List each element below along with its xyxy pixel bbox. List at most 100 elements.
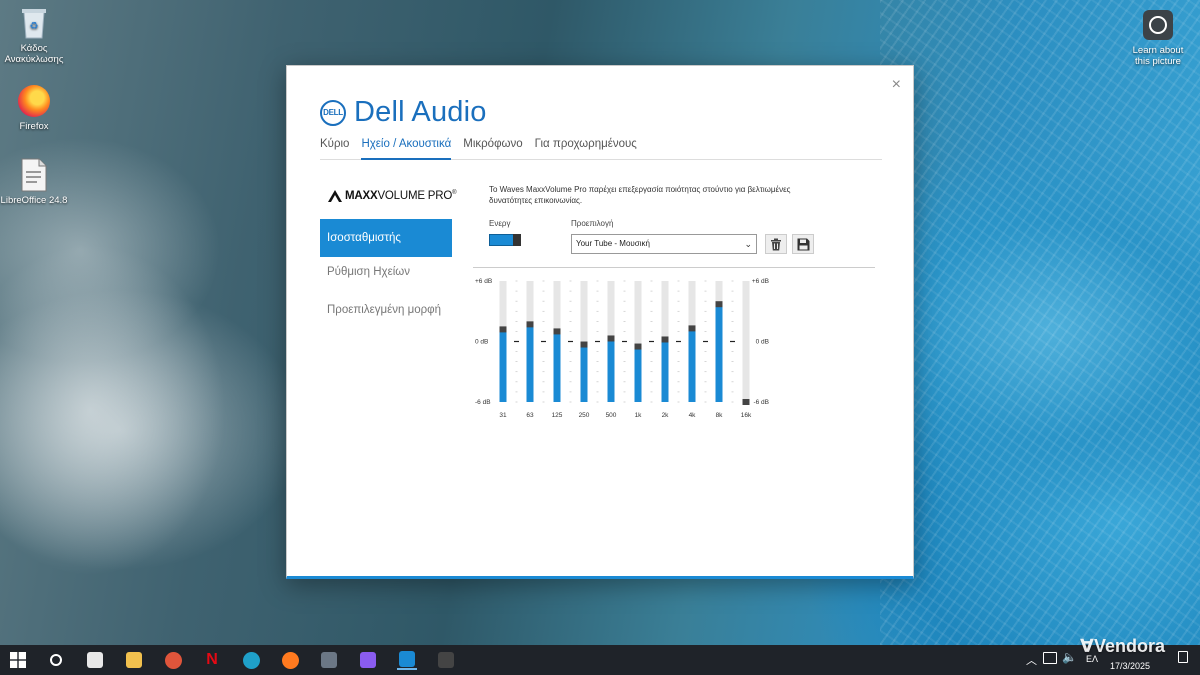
save-preset-button[interactable]: [792, 234, 814, 254]
sidebar-item-speaker-setup[interactable]: Ρύθμιση Ηχείων: [320, 253, 452, 291]
preset-label: Προεπιλογή: [571, 219, 614, 228]
tab-microphone[interactable]: Μικρόφωνο: [463, 136, 522, 160]
tray-chevron-icon[interactable]: ︿: [1026, 652, 1037, 668]
start-button[interactable]: [10, 652, 26, 668]
firefox-shortcut[interactable]: Firefox: [0, 84, 68, 132]
camera-icon: [1141, 8, 1175, 42]
speaker-app-icon[interactable]: [436, 650, 456, 670]
volume-icon[interactable]: 🔈: [1062, 650, 1077, 664]
eq-slider-handle: [634, 343, 642, 350]
netflix-icon[interactable]: N: [202, 650, 222, 670]
delete-preset-button[interactable]: [765, 234, 787, 254]
tab-advanced[interactable]: Για προχωρημένους: [535, 136, 637, 160]
eq-slider-handle: [499, 326, 507, 333]
toggle-label: Ενεργ: [489, 219, 511, 228]
eq-bar: [553, 331, 561, 402]
copilot-icon[interactable]: [358, 650, 378, 670]
equalizer-chart: +6 dB +6 dB 0 dB 0 dB -6 dB -6 dB 31 63 125 250 50…: [475, 278, 769, 419]
watermark: ∀Vendora: [1080, 636, 1165, 657]
libreoffice-icon: [17, 158, 51, 192]
eq-slider-handle: [607, 335, 615, 342]
eq-frequency-label: 31: [499, 412, 507, 419]
eq-slider-handle: [742, 399, 750, 405]
desktop-icon-label: Κάδος Ανακύκλωσης: [4, 43, 64, 65]
enable-toggle[interactable]: [489, 234, 521, 246]
eq-frequency-label: 1k: [635, 412, 643, 419]
firefox-icon[interactable]: [280, 650, 300, 670]
eq-bar: [499, 329, 507, 402]
eq-slider-handle: [688, 325, 696, 332]
eq-bar: [526, 324, 534, 402]
eq-slider-handle: [526, 321, 534, 328]
app-title: Dell Audio: [354, 96, 487, 128]
firefox-icon: [17, 84, 51, 118]
svg-text:♻: ♻: [30, 21, 39, 32]
dell-audio-icon[interactable]: [397, 650, 417, 670]
preset-select[interactable]: Your Tube - Μουσική ⌄: [571, 234, 757, 254]
scale-label-right: +6 dB: [752, 278, 769, 285]
eq-track: [742, 281, 750, 402]
close-button[interactable]: ×: [892, 76, 901, 94]
eq-bar: [688, 328, 696, 402]
windows-icon: [10, 652, 26, 668]
sidebar-item-equalizer[interactable]: Ισοσταθμιστής: [320, 219, 452, 257]
maxx-bold-text: MAXX: [345, 190, 378, 202]
eq-frequency-label: 500: [606, 412, 617, 419]
tab-main[interactable]: Κύριο: [320, 136, 349, 160]
recycle-bin-icon: ♻: [17, 6, 51, 40]
eq-frequency-label: 8k: [716, 412, 724, 419]
tab-speakers-headphones[interactable]: Ηχείο / Ακουστικά: [361, 136, 452, 160]
search-icon[interactable]: [46, 650, 66, 670]
app-header: DELL Dell Audio: [320, 96, 487, 129]
notification-icon[interactable]: [1178, 651, 1188, 663]
dell-audio-window: × DELL Dell Audio Κύριο Ηχείο / Ακουστικ…: [286, 65, 914, 579]
waves-icon: [328, 190, 342, 202]
eq-bar: [580, 344, 588, 402]
eq-divider: [473, 267, 875, 268]
save-icon: [797, 238, 809, 250]
eq-bar: [715, 304, 723, 402]
scale-label-right: 0 dB: [756, 339, 769, 346]
eq-slider-handle: [553, 328, 561, 335]
eq-bar: [634, 346, 642, 402]
network-icon[interactable]: [1043, 652, 1057, 664]
eq-frequency-label: 63: [526, 412, 534, 419]
file-explorer-icon[interactable]: [124, 650, 144, 670]
eq-bar: [661, 339, 669, 402]
desktop-icon-label: LibreOffice 24.8: [0, 195, 68, 206]
recycle-bin-shortcut[interactable]: ♻ Κάδος Ανακύκλωσης: [0, 6, 68, 65]
trash-icon: [771, 238, 781, 250]
tab-bar: Κύριο Ηχείο / Ακουστικά Μικρόφωνο Για πρ…: [320, 136, 882, 160]
eq-bar: [607, 338, 615, 402]
eq-frequency-label: 4k: [689, 412, 697, 419]
dell-logo: DELL: [320, 99, 346, 126]
edge-icon[interactable]: [241, 650, 261, 670]
sidebar-item-default-format[interactable]: Προεπιλεγμένη μορφή: [320, 291, 452, 329]
eq-frequency-label: 16k: [741, 412, 752, 419]
eq-slider-handle: [661, 336, 669, 343]
description-text: Το Waves MaxxVolume Pro παρέχει επεξεργα…: [489, 185, 791, 205]
registered-mark: ®: [452, 190, 457, 197]
maxxvolume-logo: MAXXVOLUME PRO®: [327, 188, 457, 204]
desktop-icon-label: Firefox: [19, 121, 49, 132]
eq-frequency-label: 250: [579, 412, 590, 419]
media-player-icon[interactable]: [163, 650, 183, 670]
scale-label-left: +6 dB: [475, 278, 492, 285]
eq-frequency-label: 2k: [662, 412, 670, 419]
preset-value: Your Tube - Μουσική: [576, 239, 650, 248]
clock-date[interactable]: 17/3/2025: [1110, 661, 1150, 671]
eq-slider-handle: [715, 301, 723, 308]
libreoffice-shortcut[interactable]: LibreOffice 24.8: [0, 158, 68, 206]
spotlight-shortcut[interactable]: Learn about this picture: [1124, 8, 1192, 67]
eq-slider-handle: [580, 341, 588, 348]
chevron-down-icon: ⌄: [744, 239, 752, 249]
scale-label-right: -6 dB: [753, 399, 769, 406]
calculator-icon[interactable]: [319, 650, 339, 670]
maxx-rest-text: VOLUME PRO: [377, 190, 453, 202]
scale-label-left: -6 dB: [475, 399, 491, 406]
vendora-mark-icon: ∀: [1080, 636, 1094, 656]
desktop-icon-label: Learn about this picture: [1132, 45, 1184, 67]
store-icon[interactable]: [85, 650, 105, 670]
watermark-text: Vendora: [1093, 636, 1165, 656]
scale-label-left: 0 dB: [475, 339, 488, 346]
